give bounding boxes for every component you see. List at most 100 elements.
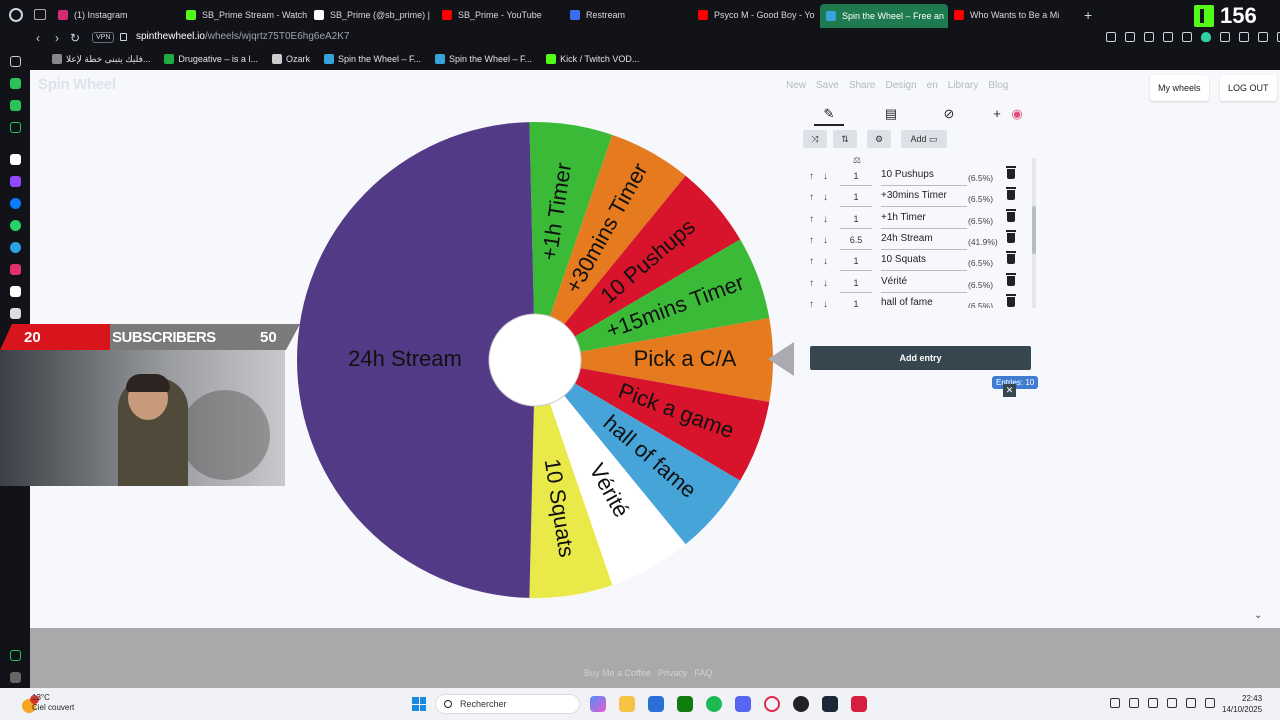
arc-icon[interactable] (10, 154, 21, 165)
browser-tab[interactable]: Restream (564, 0, 692, 30)
add-image-button[interactable]: Add ▭ (901, 130, 947, 148)
browser-tab[interactable]: Spin the Wheel – Free an (820, 4, 948, 28)
my-wheels-button[interactable]: My wheels (1150, 75, 1209, 101)
trash-icon[interactable] (1006, 187, 1016, 201)
logout-button[interactable]: LOG OUT (1220, 75, 1277, 101)
copilot-icon[interactable] (590, 696, 606, 712)
trash-icon[interactable] (1006, 293, 1016, 307)
entry-weight-input[interactable]: 6.5 (840, 235, 872, 250)
entry-label-input[interactable]: 24h Stream (881, 233, 967, 250)
move-up-icon[interactable]: ↑ (809, 299, 814, 308)
browser-tab[interactable]: Who Wants to Be a Mi (948, 0, 1076, 30)
sort-button[interactable]: ⇅ (833, 130, 857, 148)
lock-icon[interactable] (120, 33, 127, 41)
browser-tab[interactable]: Psyco M - Good Boy - Yo (692, 0, 820, 30)
twitch-icon[interactable] (10, 176, 21, 187)
clock[interactable]: 22:43 14/10/2025 (1222, 693, 1262, 715)
entry-label-input[interactable]: 10 Squats (881, 254, 967, 272)
nav-item[interactable]: Save (816, 80, 839, 91)
shuffle-button[interactable]: ⤨ (803, 130, 827, 148)
heart-icon[interactable] (1201, 32, 1211, 42)
nav-item[interactable]: Blog (988, 80, 1008, 91)
back-icon[interactable]: ‹ (36, 30, 40, 46)
entry-weight-input[interactable]: 1 (840, 214, 872, 229)
volume-icon[interactable] (1186, 698, 1196, 708)
url-field[interactable]: spinthewheel.io/wheels/wjqrtz75T0E6hg6eA… (136, 31, 349, 42)
xbox-icon[interactable] (677, 696, 693, 712)
wheel-center[interactable] (488, 313, 582, 407)
entry-label-input[interactable]: 10 Pushups (881, 169, 967, 186)
spotify-icon[interactable] (706, 696, 722, 712)
reload-icon[interactable]: ↻ (70, 30, 80, 46)
entry-label-input[interactable]: +1h Timer (881, 212, 967, 229)
more-icon[interactable] (10, 672, 21, 683)
network-icon[interactable] (1205, 698, 1215, 708)
tiktok-icon[interactable] (10, 286, 21, 297)
aria-icon[interactable] (10, 78, 21, 89)
footer-link[interactable]: FAQ (694, 668, 712, 678)
move-down-icon[interactable]: ↓ (823, 171, 828, 182)
new-tab-plus-icon[interactable]: + (1084, 0, 1092, 30)
bookmark-item[interactable]: Drugeative – is a l... (164, 54, 258, 64)
cloud-icon[interactable] (1129, 698, 1139, 708)
extensions-icon[interactable] (1163, 32, 1173, 42)
wheel[interactable]: +1h Timer+30mins Timer10 Pushups+15mins … (295, 120, 775, 600)
display-icon[interactable] (1167, 698, 1177, 708)
hide-tab-eye-off-icon[interactable]: ⊘ (934, 106, 964, 126)
move-up-icon[interactable]: ↑ (809, 192, 814, 203)
obs-icon[interactable] (793, 696, 809, 712)
store-icon[interactable] (648, 696, 664, 712)
nav-item[interactable]: Design (886, 80, 917, 91)
entry-weight-input[interactable]: 1 (840, 171, 872, 186)
telegram-icon[interactable] (10, 242, 21, 253)
entry-weight-input[interactable]: 1 (840, 256, 872, 272)
entry-weight-input[interactable]: 1 (840, 192, 872, 208)
trash-icon[interactable] (1006, 272, 1016, 286)
pin-icon[interactable] (1125, 32, 1135, 42)
bookmark-item[interactable]: Spin the Wheel – F... (323, 54, 421, 64)
messenger-icon[interactable] (10, 198, 21, 209)
screenshot-icon[interactable] (1144, 32, 1154, 42)
move-up-icon[interactable]: ↑ (809, 235, 814, 246)
app-icon[interactable] (851, 696, 867, 712)
move-up-icon[interactable]: ↑ (809, 171, 814, 182)
move-up-icon[interactable]: ↑ (809, 214, 814, 225)
download-icon[interactable] (1258, 32, 1268, 42)
whatsapp-icon[interactable] (10, 220, 21, 231)
entry-weight-input[interactable]: 1 (840, 278, 872, 293)
profile-icon[interactable] (1239, 32, 1249, 42)
browser-tab[interactable]: SB_Prime Stream - Watch (180, 0, 308, 30)
settings-gear-button[interactable]: ⚙ (867, 130, 891, 148)
nav-item[interactable]: Library (948, 80, 979, 91)
entry-weight-input[interactable]: 1 (840, 299, 872, 308)
m-icon[interactable] (10, 122, 21, 133)
nav-item[interactable]: New (786, 80, 806, 91)
footer-link[interactable]: Privacy (658, 668, 688, 678)
browser-tab[interactable]: SB_Prime (@sb_prime) | (308, 0, 436, 30)
close-icon[interactable]: ✕ (1003, 384, 1016, 397)
gx-icon[interactable] (10, 650, 21, 661)
wallet-icon[interactable] (1220, 32, 1230, 42)
bookmark-item[interactable]: فليك يتبنى خطة لإعلا... (52, 54, 150, 65)
browser-tab[interactable]: SB_Prime - YouTube (436, 0, 564, 30)
instagram-icon[interactable] (10, 264, 21, 275)
game-icon[interactable] (10, 100, 21, 111)
file-explorer-icon[interactable] (619, 696, 635, 712)
move-up-icon[interactable]: ↑ (809, 256, 814, 267)
windows-start-icon[interactable] (412, 697, 426, 711)
edit-tab-pencil-icon[interactable]: ✎ (814, 106, 844, 126)
scrollbar-thumb[interactable] (1032, 206, 1036, 254)
entries-scrollbar[interactable] (1032, 158, 1036, 308)
opera-taskbar-icon[interactable] (764, 696, 780, 712)
footer-link[interactable]: Buy Me a Coffee (584, 668, 651, 678)
nav-item[interactable]: Share (849, 80, 876, 91)
move-down-icon[interactable]: ↓ (823, 235, 828, 246)
sidebar-toggle-icon[interactable] (1106, 32, 1116, 42)
tray-chevron-icon[interactable] (1110, 698, 1120, 708)
mic-icon[interactable] (1148, 698, 1158, 708)
opera-logo-icon[interactable] (9, 8, 23, 22)
entry-label-input[interactable]: +30mins Timer (881, 190, 967, 208)
browser-tab[interactable]: (1) Instagram (52, 0, 180, 30)
move-up-icon[interactable]: ↑ (809, 278, 814, 289)
bookmark-item[interactable]: Kick / Twitch VOD... (546, 54, 639, 64)
